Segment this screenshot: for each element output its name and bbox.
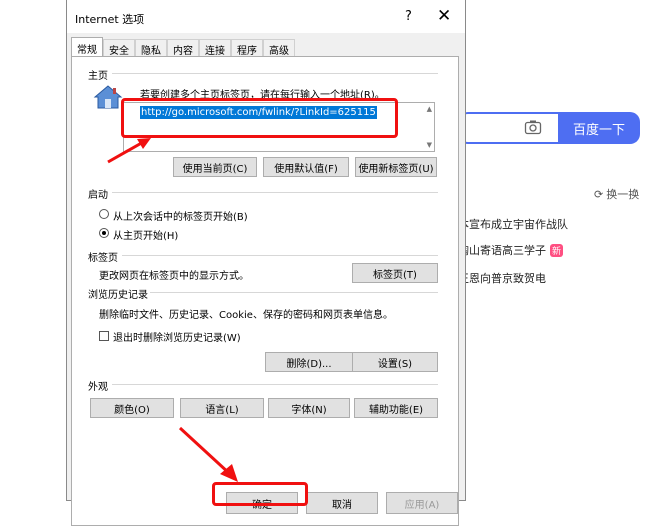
startup-group-label: 启动 [88,190,108,201]
scroll-up-icon[interactable]: ▲ [427,105,432,113]
scroll-down-icon[interactable]: ▼ [427,141,432,149]
startup-home-label: 从主页开始(H) [113,231,179,242]
search-button[interactable]: 百度一下 [558,112,640,144]
apply-button[interactable]: 应用(A) [386,492,458,514]
url-highlight-box [121,98,398,138]
group-divider [112,384,438,385]
use-new-tab-button[interactable]: 使用新标签页(U) [355,157,437,177]
dialog-title: Internet 选项 [75,13,145,26]
group-divider [122,255,438,256]
use-current-button[interactable]: 使用当前页(C) [173,157,257,177]
news-item[interactable]: 王恩向普京致贺电 [458,270,546,286]
camera-icon[interactable] [524,119,542,135]
history-description: 删除临时文件、历史记录、Cookie、保存的密码和网页表单信息。 [99,310,393,321]
arrow-icon [107,138,151,164]
search-input[interactable] [458,112,560,144]
accessibility-button[interactable]: 辅助功能(E) [354,398,438,418]
home-page-group-label: 主页 [88,71,108,82]
colors-button[interactable]: 颜色(O) [90,398,174,418]
internet-options-dialog: Internet 选项 ? ✕ 常规 安全 隐私 内容 连接 程序 高级 [66,0,466,526]
group-divider [150,292,438,293]
history-group-label: 浏览历史记录 [88,290,148,301]
use-default-button[interactable]: 使用默认值(F) [263,157,349,177]
delete-history-button[interactable]: 删除(D)... [265,352,353,372]
startup-last-session-radio[interactable] [99,209,109,219]
appearance-group-label: 外观 [88,382,108,393]
startup-last-session-label: 从上次会话中的标签页开始(B) [113,212,248,223]
refresh-link[interactable]: ⟳ 换一换 [594,186,639,202]
delete-on-exit-label: 退出时删除浏览历史记录(W) [113,333,241,344]
history-settings-button[interactable]: 设置(S) [352,352,438,372]
news-item[interactable]: 掏山寄语高三学子新 [458,242,564,258]
languages-button[interactable]: 语言(L) [180,398,264,418]
group-divider [112,73,438,74]
title-bar: Internet 选项 ? ✕ [67,0,465,33]
refresh-label: 换一换 [606,188,640,201]
tabs-description: 更改网页在标签页中的显示方式。 [99,271,249,282]
fonts-button[interactable]: 字体(N) [268,398,350,418]
startup-home-radio[interactable] [99,228,109,238]
news-item[interactable]: 本宣布成立宇宙作战队 [458,216,568,232]
help-button[interactable]: ? [405,9,412,24]
house-icon [93,85,123,109]
delete-on-exit-checkbox[interactable] [99,331,109,341]
arrow-icon [178,426,238,482]
tab-strip: 常规 安全 隐私 内容 连接 程序 高级 [71,37,295,59]
tabs-button[interactable]: 标签页(T) [352,263,438,283]
tabs-group-label: 标签页 [88,253,118,264]
group-divider [112,192,438,193]
new-badge: 新 [550,244,564,257]
close-button[interactable]: ✕ [437,6,451,26]
refresh-icon: ⟳ [594,187,604,201]
cancel-button[interactable]: 取消 [306,492,378,514]
